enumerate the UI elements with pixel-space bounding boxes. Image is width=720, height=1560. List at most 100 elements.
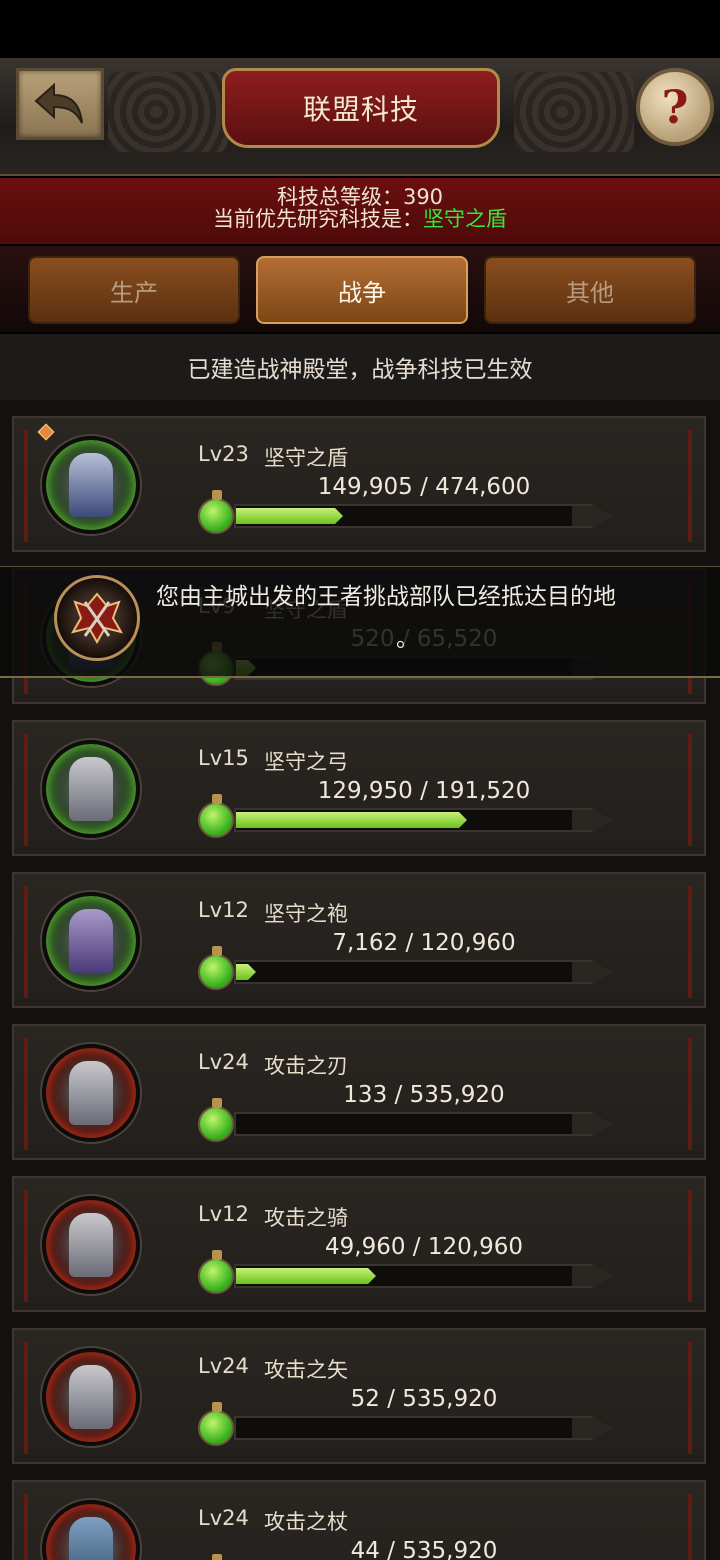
tech-progress-text: 44 / 535,920	[350, 1538, 498, 1560]
toast-message-end: 。	[396, 626, 419, 652]
card-rail-left	[24, 1494, 28, 1560]
help-button[interactable]: ?	[636, 68, 714, 146]
progress-fill	[236, 812, 467, 828]
tech-progress-bar	[234, 504, 614, 528]
tech-summary-banner: 科技总等级：390 当前优先研究科技是：坚守之盾	[0, 178, 720, 244]
toast-message: 您由主城出发的王者挑战部队已经抵达目的地	[156, 584, 616, 610]
card-rail-right	[688, 430, 692, 542]
tech-name: 攻击之矢	[264, 1358, 348, 1382]
tech-card[interactable]: Lv12 坚守之袍 7,162 / 120,960	[12, 872, 706, 1008]
tech-card[interactable]: Lv15 坚守之弓 129,950 / 191,520	[12, 720, 706, 856]
card-rail-right	[688, 886, 692, 998]
tech-name: 攻击之杖	[264, 1510, 348, 1534]
tech-level: Lv12	[198, 898, 249, 922]
tech-name: 坚守之袍	[264, 902, 348, 926]
progress-fill	[236, 964, 256, 980]
tech-name: 攻击之骑	[264, 1206, 348, 1230]
status-bar	[0, 0, 720, 58]
tech-card[interactable]: Lv24 攻击之刃 133 / 535,920	[12, 1024, 706, 1160]
priority-gem-icon	[37, 423, 55, 441]
tech-progress-text: 149,905 / 474,600	[317, 474, 531, 500]
tech-portrait-icon	[42, 892, 140, 990]
header: 联盟科技 ?	[0, 58, 720, 176]
category-tabs: 生产 战争 其他	[0, 246, 720, 332]
tech-card[interactable]: Lv24 攻击之杖 44 / 535,920	[12, 1480, 706, 1560]
tech-card[interactable]: Lv23 坚守之盾 149,905 / 474,600	[12, 416, 706, 552]
tech-progress-text: 7,162 / 120,960	[332, 930, 516, 956]
warrior-figure-icon	[69, 1365, 113, 1429]
tech-level: Lv24	[198, 1050, 249, 1074]
tech-progress-bar	[234, 808, 614, 832]
tech-level: Lv24	[198, 1506, 249, 1530]
tech-portrait-icon	[42, 740, 140, 838]
total-level-text: 科技总等级：390	[276, 185, 444, 209]
card-rail-right	[688, 734, 692, 846]
crest-icon	[54, 575, 140, 661]
progress-bar-end	[572, 1114, 612, 1134]
priority-label: 当前优先研究科技是：	[213, 207, 423, 231]
priority-research-line: 当前优先研究科技是：坚守之盾	[0, 208, 720, 230]
tab-war[interactable]: 战争	[256, 256, 468, 324]
tech-progress-bar	[234, 1416, 614, 1440]
tech-progress-text: 129,950 / 191,520	[317, 778, 531, 804]
tech-portrait-icon	[42, 1044, 140, 1142]
tab-production[interactable]: 生产	[28, 256, 240, 324]
card-rail-right	[688, 1190, 692, 1302]
potion-icon	[198, 794, 234, 838]
status-notice: 已建造战神殿堂，战争科技已生效	[0, 334, 720, 400]
tech-progress-text: 133 / 535,920	[343, 1082, 505, 1108]
tech-portrait-icon	[42, 1500, 140, 1560]
tech-level: Lv15	[198, 746, 249, 770]
card-rail-right	[688, 1038, 692, 1150]
tech-level: Lv24	[198, 1354, 249, 1378]
tech-level: Lv23	[198, 442, 249, 466]
card-rail-left	[24, 1038, 28, 1150]
tech-portrait-icon	[42, 1348, 140, 1446]
page-title: 联盟科技	[222, 68, 500, 148]
tech-card[interactable]: Lv12 攻击之骑 49,960 / 120,960	[12, 1176, 706, 1312]
tech-name: 坚守之弓	[264, 750, 348, 774]
tech-name: 攻击之刃	[264, 1054, 348, 1078]
header-ornament-left	[108, 72, 228, 152]
tech-name: 坚守之盾	[264, 446, 348, 470]
back-arrow-icon	[34, 82, 83, 124]
tech-progress-bar	[234, 1112, 614, 1136]
tech-progress-text: 52 / 535,920	[350, 1386, 498, 1412]
back-button[interactable]	[16, 68, 104, 140]
progress-bar-end	[572, 962, 612, 982]
potion-icon	[198, 1098, 234, 1142]
card-rail-left	[24, 430, 28, 542]
progress-fill	[236, 1268, 376, 1284]
progress-bar-end	[572, 1266, 612, 1286]
card-rail-left	[24, 1190, 28, 1302]
card-rail-right	[688, 1342, 692, 1454]
tech-card[interactable]: Lv24 攻击之矢 52 / 535,920	[12, 1328, 706, 1464]
notification-toast[interactable]: 您由主城出发的王者挑战部队已经抵达目的地 。	[0, 566, 720, 678]
progress-bar-end	[572, 506, 612, 526]
potion-icon	[198, 1402, 234, 1446]
warrior-figure-icon	[69, 909, 113, 973]
potion-icon	[198, 946, 234, 990]
tech-level: Lv12	[198, 1202, 249, 1226]
header-ornament-right	[514, 72, 634, 152]
progress-bar-end	[572, 810, 612, 830]
tech-progress-bar	[234, 1264, 614, 1288]
warrior-figure-icon	[69, 1061, 113, 1125]
warrior-figure-icon	[69, 1517, 113, 1560]
potion-icon	[198, 490, 234, 534]
warrior-figure-icon	[69, 453, 113, 517]
potion-icon	[198, 1250, 234, 1294]
tech-portrait-icon	[42, 1196, 140, 1294]
card-rail-left	[24, 1342, 28, 1454]
card-rail-left	[24, 734, 28, 846]
warrior-figure-icon	[69, 757, 113, 821]
warrior-figure-icon	[69, 1213, 113, 1277]
tech-progress-bar	[234, 960, 614, 984]
progress-fill	[236, 508, 343, 524]
tab-other[interactable]: 其他	[484, 256, 696, 324]
priority-tech-name[interactable]: 坚守之盾	[423, 207, 507, 231]
progress-bar-end	[572, 1418, 612, 1438]
tech-progress-text: 49,960 / 120,960	[325, 1234, 523, 1260]
card-rail-right	[688, 1494, 692, 1560]
card-rail-left	[24, 886, 28, 998]
